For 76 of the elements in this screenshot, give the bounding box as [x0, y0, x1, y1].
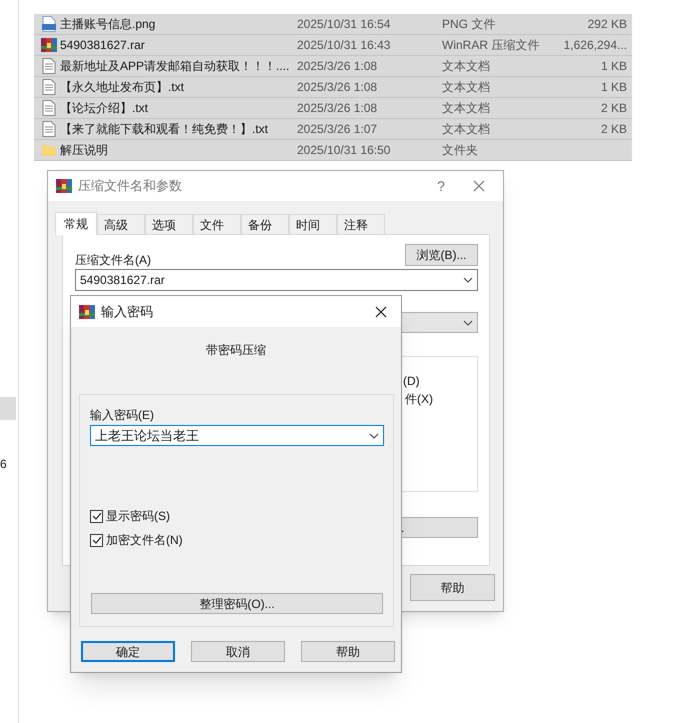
tab[interactable]: 时间: [289, 214, 337, 235]
archive-books-icon: [41, 37, 57, 53]
checkbox-label: 加密文件名(N): [106, 532, 183, 549]
file-type: 文件夹: [442, 142, 479, 159]
file-row[interactable]: 主播账号信息.png 2025/10/31 16:54 PNG 文件 292 KB: [34, 14, 632, 35]
text-file-icon: [42, 79, 56, 95]
file-row[interactable]: 最新地址及APP请发邮箱自动获取！！！.... 2025/3/26 1:08 文本文档 1 KB: [34, 56, 632, 77]
file-type: 文本文档: [442, 58, 491, 75]
tab[interactable]: 高级: [97, 214, 145, 235]
file-name: 【永久地址发布页】.txt: [59, 79, 186, 96]
tab[interactable]: 文件: [193, 214, 241, 235]
checkbox-label: 显示密码(S): [106, 508, 170, 525]
window-title: 输入密码: [101, 302, 153, 321]
file-name: 【来了就能下载和观看！纯免费！】.txt: [59, 121, 270, 138]
file-date: 2025/3/26 1:08: [297, 100, 378, 117]
password-label: 输入密码(E): [90, 407, 154, 424]
file-size: 292 KB: [586, 16, 628, 33]
file-type: WinRAR 压缩文件: [442, 37, 540, 54]
pane-block: [0, 397, 16, 420]
file-date: 2025/3/26 1:08: [297, 58, 378, 75]
file-name: 主播账号信息.png: [59, 16, 156, 33]
text-file-icon: [42, 100, 56, 116]
folder-icon: [41, 142, 57, 158]
file-type: 文本文档: [442, 121, 491, 138]
file-size: 1 KB: [600, 58, 628, 75]
close-icon[interactable]: [375, 306, 387, 318]
dialog-button[interactable]: 取消: [191, 641, 285, 662]
text-file-icon: [42, 121, 56, 137]
file-size: 1 KB: [600, 79, 628, 96]
tab[interactable]: 注释: [337, 214, 385, 235]
file-type: 文本文档: [442, 79, 491, 96]
file-name: 最新地址及APP请发邮箱自动获取！！！....: [59, 58, 290, 75]
file-name: 5490381627.rar: [59, 37, 146, 54]
file-size: 2 KB: [600, 100, 628, 117]
file-date: 2025/3/26 1:08: [297, 79, 378, 96]
tab[interactable]: 选项: [145, 214, 193, 235]
browse-button[interactable]: 浏览(B)...: [405, 244, 478, 266]
file-date: 2025/10/31 16:50: [297, 142, 392, 159]
window-title: 压缩文件名和参数: [78, 177, 182, 196]
file-type: PNG 文件: [442, 16, 496, 33]
file-row[interactable]: 【论坛介绍】.txt 2025/3/26 1:08 文本文档 2 KB: [34, 98, 632, 119]
file-size: 1,626,294...: [562, 37, 628, 54]
file-date: 2025/3/26 1:07: [297, 121, 378, 138]
chevron-down-icon: [463, 277, 473, 283]
password-field[interactable]: 上老王论坛当老王: [90, 425, 384, 446]
image-file-icon: [41, 16, 57, 32]
archive-books-icon: [56, 178, 72, 194]
option-label: 件(X): [405, 391, 433, 408]
file-name: 【论坛介绍】.txt: [59, 100, 150, 117]
organize-passwords-button[interactable]: 整理密码(O)...: [91, 593, 383, 614]
file-date: 2025/10/31 16:54: [297, 16, 392, 33]
checkbox[interactable]: [90, 510, 103, 522]
file-row[interactable]: 解压说明 2025/10/31 16:50 文件夹: [34, 140, 632, 161]
dialog-button[interactable]: 帮助: [301, 641, 395, 662]
file-type: 文本文档: [442, 100, 491, 117]
file-date: 2025/10/31 16:43: [297, 37, 392, 54]
file-row[interactable]: 【永久地址发布页】.txt 2025/3/26 1:08 文本文档 1 KB: [34, 77, 632, 98]
text-file-icon: [42, 58, 56, 74]
checkbox[interactable]: [90, 534, 103, 546]
help-button[interactable]: ?: [431, 176, 451, 196]
archive-name-label: 压缩文件名(A): [75, 252, 151, 269]
archive-name-field[interactable]: 5490381627.rar: [75, 269, 478, 291]
pane-text: 6: [0, 456, 7, 473]
file-row[interactable]: 【来了就能下载和观看！纯免费！】.txt 2025/3/26 1:07 文本文档 2 KB: [34, 119, 632, 140]
file-row[interactable]: 5490381627.rar 2025/10/31 16:43 WinRAR 压缩文件 1,626,294...: [34, 35, 632, 56]
tab[interactable]: 备份: [241, 214, 289, 235]
chevron-down-icon: [463, 320, 473, 326]
option-label: (D): [403, 373, 420, 390]
tab[interactable]: 常规: [55, 212, 97, 235]
help-button[interactable]: 帮助: [410, 574, 495, 601]
file-name: 解压说明: [59, 142, 109, 159]
dialog-heading: 带密码压缩: [205, 342, 267, 359]
archive-books-icon: [79, 304, 95, 320]
file-size: 2 KB: [600, 121, 628, 138]
dialog-button[interactable]: 确定: [81, 641, 175, 662]
chevron-down-icon: [369, 432, 379, 438]
